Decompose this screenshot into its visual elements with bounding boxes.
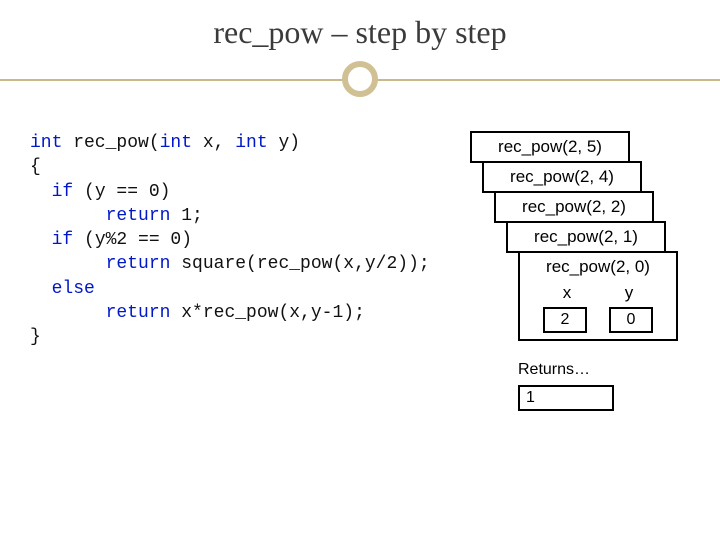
kw-return: return bbox=[106, 254, 171, 274]
stack-frame-label: rec_pow(2, 1) bbox=[514, 227, 658, 249]
kw-int: int bbox=[30, 133, 62, 153]
code-text bbox=[30, 230, 52, 250]
stack-frame-label: rec_pow(2, 4) bbox=[490, 167, 634, 189]
code-text: x*rec_pow(x,y-1); bbox=[170, 303, 364, 323]
var-value-y: 0 bbox=[609, 307, 653, 333]
code-text bbox=[30, 303, 106, 323]
kw-else: else bbox=[52, 279, 95, 299]
stack-frame: rec_pow(2, 1) bbox=[506, 221, 666, 253]
var-value-x: 2 bbox=[543, 307, 587, 333]
stack-frame: rec_pow(2, 5) bbox=[470, 131, 630, 163]
stack-frame-label: rec_pow(2, 2) bbox=[502, 197, 646, 219]
code-text: (y%2 == 0) bbox=[73, 230, 192, 250]
code-text: square(rec_pow(x,y/2)); bbox=[170, 254, 429, 274]
kw-int: int bbox=[160, 133, 192, 153]
returns-value: 1 bbox=[518, 385, 614, 411]
code-text: (y == 0) bbox=[73, 182, 170, 202]
call-stack: rec_pow(2, 5) rec_pow(2, 4) rec_pow(2, 2… bbox=[470, 131, 690, 471]
code-text bbox=[30, 254, 106, 274]
code-text bbox=[30, 279, 52, 299]
code-text: x, bbox=[192, 133, 235, 153]
code-text bbox=[30, 206, 106, 226]
stack-frame-label: rec_pow(2, 0) bbox=[526, 257, 670, 279]
kw-return: return bbox=[106, 303, 171, 323]
code-text: { bbox=[30, 157, 41, 177]
stack-frame-label: rec_pow(2, 5) bbox=[478, 137, 622, 159]
code-text: y) bbox=[268, 133, 300, 153]
slide-body: int rec_pow(int x, int y) { if (y == 0) … bbox=[0, 101, 720, 481]
code-text bbox=[30, 182, 52, 202]
slide-title: rec_pow – step by step bbox=[0, 0, 720, 61]
code-block: int rec_pow(int x, int y) { if (y == 0) … bbox=[30, 131, 460, 471]
locals-table: x y 2 0 bbox=[526, 283, 670, 333]
kw-int: int bbox=[235, 133, 267, 153]
slide: rec_pow – step by step int rec_pow(int x… bbox=[0, 0, 720, 540]
stack-frame: rec_pow(2, 2) bbox=[494, 191, 654, 223]
kw-if: if bbox=[52, 230, 74, 250]
kw-return: return bbox=[106, 206, 171, 226]
stack-frame-top: rec_pow(2, 0) x y 2 0 bbox=[518, 251, 678, 341]
var-name-x: x bbox=[547, 283, 587, 303]
var-name-y: y bbox=[609, 283, 649, 303]
kw-if: if bbox=[52, 182, 74, 202]
returns-label: Returns… bbox=[518, 361, 590, 379]
title-divider bbox=[0, 61, 720, 101]
divider-ring-icon bbox=[342, 61, 378, 97]
stack-frame: rec_pow(2, 4) bbox=[482, 161, 642, 193]
code-text: 1; bbox=[170, 206, 202, 226]
code-text: } bbox=[30, 327, 41, 347]
code-text: rec_pow( bbox=[62, 133, 159, 153]
